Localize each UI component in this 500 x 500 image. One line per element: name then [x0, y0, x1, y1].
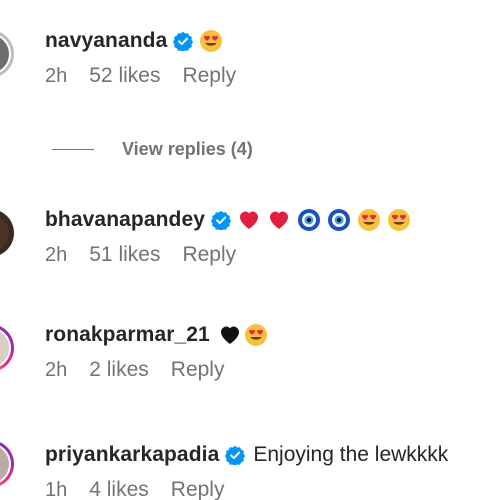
nazar-amulet-emoji-icon [298, 209, 321, 231]
view-replies-button[interactable]: View replies (4) [52, 136, 253, 162]
avatar-story-ring[interactable] [0, 324, 14, 372]
avatar-image [0, 327, 11, 369]
heart-eyes-emoji-icon [388, 209, 411, 231]
heart-eyes-emoji-icon [244, 324, 267, 346]
likes-count[interactable]: 51 likes [89, 243, 160, 267]
comment-header: navyananda [45, 26, 223, 56]
comment-meta: 2h 52 likes Reply [45, 64, 236, 88]
reply-button[interactable]: Reply [182, 64, 236, 88]
nazar-amulet-emoji-icon [328, 209, 351, 231]
reply-button[interactable]: Reply [171, 478, 225, 500]
reply-button[interactable]: Reply [171, 358, 225, 382]
avatar[interactable] [0, 30, 14, 78]
heart-eyes-emoji-icon [358, 209, 381, 231]
divider-line [52, 148, 94, 150]
verified-badge-icon [173, 31, 194, 51]
comment-meta: 2h 2 likes Reply [45, 358, 224, 382]
view-replies-label: View replies (4) [122, 138, 253, 159]
black-heart-emoji-icon [220, 326, 239, 344]
timestamp: 2h [45, 65, 68, 87]
avatar-story-ring[interactable] [0, 440, 14, 488]
username[interactable]: navyananda [45, 29, 167, 53]
comments-panel: navyananda 2h 52 likes Reply View replie… [0, 0, 500, 500]
reply-button[interactable]: Reply [182, 243, 236, 267]
comment-header: bhavanapandey [45, 205, 411, 235]
avatar[interactable] [0, 209, 14, 257]
red-heart-emoji-icon [270, 211, 289, 229]
timestamp: 2h [45, 244, 68, 266]
comment-header: ronakparmar_21 [45, 320, 268, 350]
comment-item: ronakparmar_21 2h 2 likes Reply [0, 320, 500, 400]
verified-badge-icon [211, 210, 232, 230]
verified-badge-icon [225, 445, 246, 465]
timestamp: 1h [45, 479, 68, 500]
comment-meta: 2h 51 likes Reply [45, 243, 236, 267]
username[interactable]: priyankarkapadia [45, 443, 219, 467]
avatar-image [0, 212, 11, 254]
comment-meta: 1h 4 likes Reply [45, 478, 224, 500]
avatar-image [0, 443, 11, 485]
comment-text: Enjoying the lewkkkk [253, 443, 449, 466]
likes-count[interactable]: 52 likes [89, 64, 160, 88]
comment-item: priyankarkapadia Enjoying the lewkkkk 1h… [0, 440, 500, 500]
likes-count[interactable]: 2 likes [89, 358, 149, 382]
heart-eyes-emoji-icon [200, 30, 223, 52]
likes-count[interactable]: 4 likes [89, 478, 149, 500]
timestamp: 2h [45, 359, 68, 381]
avatar-image [0, 33, 11, 75]
comment-item: navyananda 2h 52 likes Reply [0, 26, 500, 106]
comment-item: bhavanapandey 2h 51 likes Reply [0, 205, 500, 285]
username[interactable]: ronakparmar_21 [45, 323, 210, 347]
comment-header: priyankarkapadia Enjoying the lewkkkk [45, 440, 448, 470]
username[interactable]: bhavanapandey [45, 208, 205, 232]
red-heart-emoji-icon [240, 211, 259, 229]
